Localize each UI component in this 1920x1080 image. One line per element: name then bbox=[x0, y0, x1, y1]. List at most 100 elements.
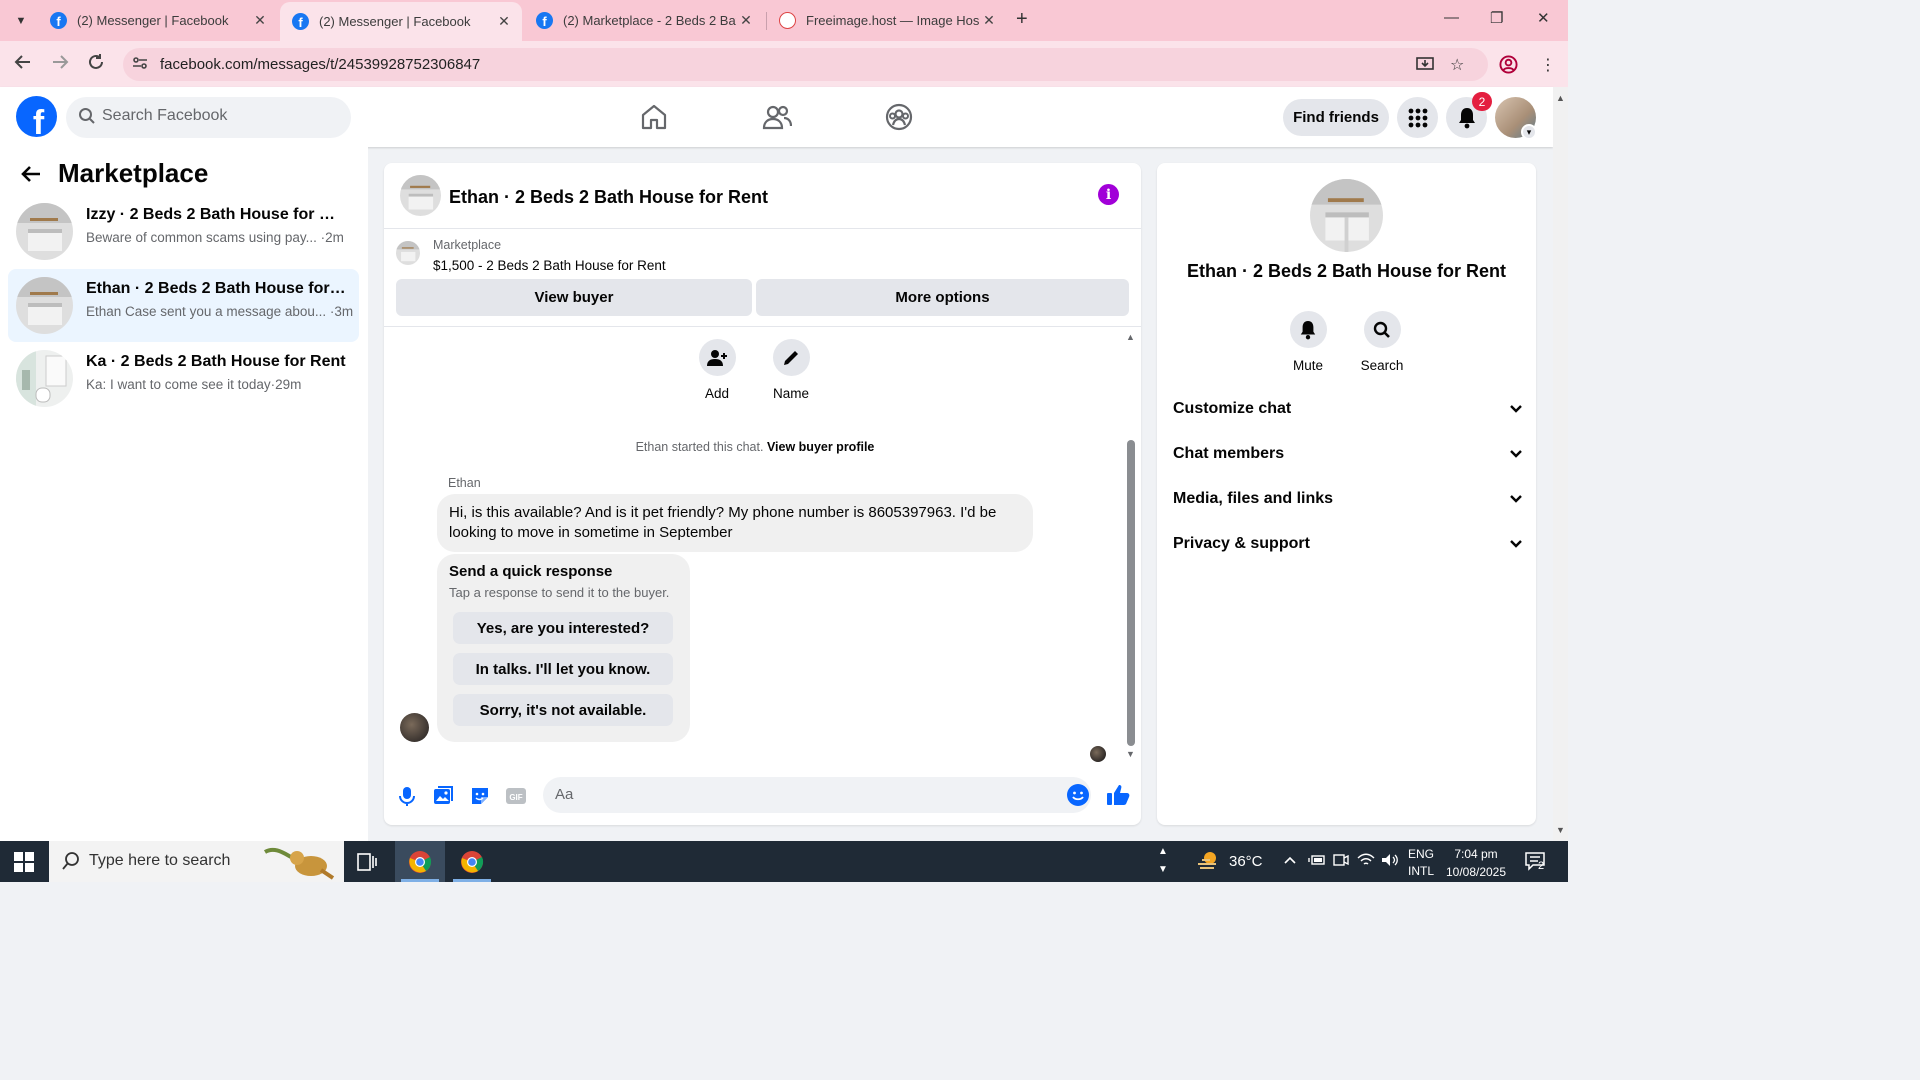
back-arrow-icon[interactable] bbox=[20, 163, 42, 192]
sticker-icon[interactable] bbox=[469, 785, 491, 807]
scroll-up-icon[interactable]: ▲ bbox=[1556, 93, 1565, 103]
tab-search-chevron-icon[interactable]: ▼ bbox=[8, 8, 34, 34]
friends-icon[interactable] bbox=[762, 102, 793, 132]
chevron-down-icon bbox=[1510, 450, 1522, 458]
restore-icon[interactable]: ❐ bbox=[1490, 9, 1503, 27]
search-action[interactable]: Search bbox=[1347, 311, 1417, 373]
scroll-down-icon[interactable]: ▼ bbox=[1126, 749, 1135, 759]
facebook-search[interactable] bbox=[66, 97, 351, 138]
quick-response-button[interactable]: Yes, are you interested? bbox=[453, 612, 673, 644]
taskbar-search[interactable] bbox=[49, 841, 344, 882]
close-window-icon[interactable]: ✕ bbox=[1537, 9, 1550, 27]
wifi-icon[interactable] bbox=[1357, 853, 1375, 870]
add-person-icon[interactable] bbox=[698, 339, 736, 376]
install-app-icon[interactable] bbox=[1416, 55, 1434, 78]
close-tab-icon[interactable]: ✕ bbox=[979, 12, 999, 29]
listing-price-title[interactable]: $1,500 - 2 Beds 2 Bath House for Rent bbox=[433, 258, 666, 273]
media-files-links-section[interactable]: Media, files and links bbox=[1173, 490, 1523, 520]
browser-tab-1[interactable]: f (2) Messenger | Facebook ✕ bbox=[38, 0, 278, 41]
microphone-icon[interactable] bbox=[396, 785, 418, 807]
gif-icon[interactable]: GIF bbox=[505, 785, 527, 807]
conversation-item[interactable]: Izzy · 2 Beds 2 Bath House for Rent Bewa… bbox=[8, 195, 359, 268]
conversation-item[interactable]: Ka · 2 Beds 2 Bath House for Rent Ka: I … bbox=[8, 342, 359, 415]
menu-grid-icon[interactable] bbox=[1397, 97, 1438, 138]
listing-thumbnail bbox=[16, 203, 73, 260]
more-options-button[interactable]: More options bbox=[756, 279, 1129, 316]
add-label: Add bbox=[704, 386, 730, 401]
sender-avatar[interactable] bbox=[400, 713, 429, 742]
page-scrollbar[interactable]: ▲ ▼ bbox=[1553, 87, 1568, 841]
close-tab-icon[interactable]: ✕ bbox=[250, 12, 270, 29]
privacy-support-section[interactable]: Privacy & support bbox=[1173, 535, 1523, 565]
chat-header-avatar[interactable] bbox=[400, 175, 441, 216]
browser-tab-3[interactable]: f (2) Marketplace - 2 Beds 2 Bath ✕ bbox=[524, 0, 764, 41]
browser-tab-2[interactable]: f (2) Messenger | Facebook ✕ bbox=[280, 2, 522, 41]
chat-scrollbar-thumb[interactable] bbox=[1127, 440, 1135, 746]
chrome-taskbar-icon-2[interactable] bbox=[447, 841, 497, 882]
close-tab-icon[interactable]: ✕ bbox=[736, 12, 756, 29]
scroll-down-icon[interactable]: ▼ bbox=[1556, 825, 1565, 835]
customize-chat-section[interactable]: Customize chat bbox=[1173, 400, 1523, 430]
photo-icon[interactable] bbox=[432, 785, 454, 807]
windows-start-icon[interactable] bbox=[14, 852, 34, 877]
conversation-item[interactable]: Ethan · 2 Beds 2 Bath House for Rent Eth… bbox=[8, 269, 359, 342]
new-tab-icon[interactable]: + bbox=[1016, 8, 1028, 31]
search-input[interactable] bbox=[102, 107, 342, 125]
home-icon[interactable] bbox=[639, 102, 669, 132]
browser-tab-4[interactable]: Freeimage.host — Image Hosting ✕ bbox=[767, 0, 1007, 41]
forward-icon[interactable] bbox=[51, 53, 69, 76]
chrome-taskbar-icon-1[interactable] bbox=[395, 841, 445, 882]
emoji-icon[interactable] bbox=[1067, 784, 1089, 806]
minimize-icon[interactable]: — bbox=[1444, 9, 1459, 26]
language-indicator[interactable]: ENG INTL bbox=[1408, 846, 1434, 880]
conversation-name: Izzy · 2 Beds 2 Bath House for Rent bbox=[86, 206, 346, 223]
quick-response-button[interactable]: In talks. I'll let you know. bbox=[453, 653, 673, 685]
scroll-up-icon[interactable]: ▲ bbox=[1126, 332, 1135, 342]
site-settings-icon[interactable] bbox=[132, 55, 148, 75]
account-chevron-icon[interactable]: ▾ bbox=[1521, 124, 1537, 140]
chat-members-section[interactable]: Chat members bbox=[1173, 445, 1523, 475]
task-view-icon[interactable] bbox=[357, 841, 379, 882]
bookmark-star-icon[interactable]: ☆ bbox=[1450, 55, 1464, 75]
taskbar-scroll-arrows[interactable]: ▲ ▼ bbox=[1158, 843, 1168, 879]
conversation-info-icon[interactable]: i bbox=[1098, 184, 1119, 205]
view-buyer-profile-link[interactable]: View buyer profile bbox=[767, 440, 874, 454]
groups-icon[interactable] bbox=[884, 102, 914, 132]
weather-icon[interactable] bbox=[1196, 850, 1220, 875]
message-composer[interactable] bbox=[543, 777, 1091, 813]
action-center-count: 2 bbox=[1538, 860, 1545, 872]
close-tab-icon[interactable]: ✕ bbox=[494, 13, 514, 30]
windows-taskbar: ▲▼ 36°C ENG INTL 7:04 pm 10/08/2025 2 bbox=[0, 841, 1568, 882]
clock[interactable]: 7:04 pm 10/08/2025 bbox=[1444, 845, 1508, 881]
name-action[interactable]: Name bbox=[761, 339, 821, 401]
meet-now-icon[interactable] bbox=[1333, 853, 1349, 870]
taskbar-search-input[interactable] bbox=[89, 852, 259, 870]
pencil-icon[interactable] bbox=[772, 339, 810, 376]
volume-icon[interactable] bbox=[1381, 853, 1399, 870]
facebook-logo-icon[interactable]: f bbox=[16, 96, 57, 137]
browser-menu-icon[interactable]: ⋮ bbox=[1540, 55, 1556, 75]
conversation-snippet: Ka: I want to come see it today·29m bbox=[86, 377, 302, 392]
chat-title[interactable]: Ethan · 2 Beds 2 Bath House for Rent bbox=[449, 187, 768, 208]
reload-icon[interactable] bbox=[87, 53, 105, 76]
search-icon bbox=[78, 107, 96, 130]
find-friends-button[interactable]: Find friends bbox=[1283, 99, 1389, 136]
temperature[interactable]: 36°C bbox=[1229, 853, 1263, 870]
search-icon[interactable] bbox=[1363, 311, 1401, 348]
profile-icon[interactable] bbox=[1499, 55, 1518, 79]
url-text[interactable]: facebook.com/messages/t/2453992875230684… bbox=[160, 56, 480, 73]
name-label: Name bbox=[772, 386, 809, 401]
back-icon[interactable] bbox=[14, 53, 32, 76]
message-input[interactable] bbox=[555, 786, 1035, 803]
thumbs-up-icon[interactable] bbox=[1106, 783, 1130, 805]
battery-icon[interactable] bbox=[1308, 853, 1326, 870]
mute-action[interactable]: Mute bbox=[1273, 311, 1343, 373]
quick-response-button[interactable]: Sorry, it's not available. bbox=[453, 694, 673, 726]
listing-thumbnail-small bbox=[396, 241, 420, 265]
browser-tab-bar: ▼ f (2) Messenger | Facebook ✕ f (2) Mes… bbox=[0, 0, 1568, 41]
bell-icon[interactable] bbox=[1289, 311, 1327, 348]
add-action[interactable]: Add bbox=[687, 339, 747, 401]
chevron-down-icon bbox=[1510, 540, 1522, 548]
show-hidden-icons-icon[interactable] bbox=[1283, 853, 1297, 870]
view-buyer-button[interactable]: View buyer bbox=[396, 279, 752, 316]
